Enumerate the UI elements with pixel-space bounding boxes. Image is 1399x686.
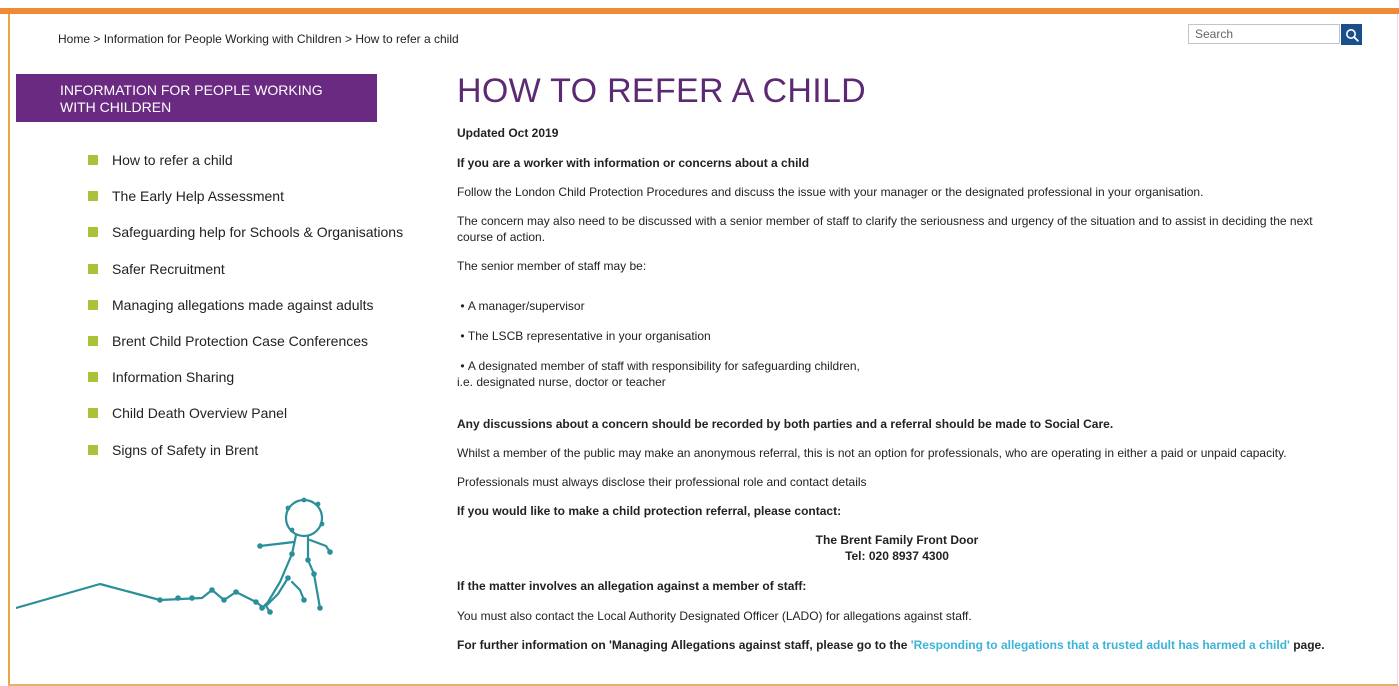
bullet-text: The LSCB representative in your organisa… [467, 329, 711, 343]
bullet-continuation: i.e. designated nurse, doctor or teacher [457, 375, 666, 389]
search-button[interactable] [1341, 24, 1362, 45]
sidebar-item-safeguarding-help[interactable]: Safeguarding help for Schools & Organisa… [88, 214, 403, 250]
referral-heading: If you would like to make a child protec… [457, 504, 842, 518]
sidebar-item-signs-of-safety[interactable]: Signs of Safety in Brent [88, 432, 403, 468]
bullet-square-icon [88, 336, 98, 347]
bullet-square-icon [88, 299, 98, 310]
sidebar-item-early-help[interactable]: The Early Help Assessment [88, 178, 403, 214]
sidebar-item-information-sharing[interactable]: Information Sharing [88, 359, 403, 395]
search-icon [1345, 28, 1359, 42]
worker-heading: If you are a worker with information or … [457, 156, 810, 170]
sidebar-item-label: Child Death Overview Panel [112, 405, 288, 422]
front-door-phone: Tel: 020 8937 4300 [845, 549, 949, 563]
search-box [1188, 24, 1364, 46]
bullet-square-icon [88, 444, 98, 455]
right-border [1397, 14, 1398, 686]
allegations-page-link[interactable]: 'Responding to allegations that a truste… [911, 638, 1290, 652]
bullet-item: • A designated member of staff with resp… [457, 359, 860, 373]
breadcrumb-section[interactable]: Information for People Working with Chil… [104, 32, 342, 46]
bullet-text: A manager/supervisor [467, 299, 585, 313]
breadcrumb: Home > Information for People Working wi… [58, 32, 459, 46]
sidebar-item-safer-recruitment[interactable]: Safer Recruitment [88, 251, 403, 287]
sidebar-item-label: The Early Help Assessment [112, 188, 284, 205]
bullet-square-icon [88, 227, 98, 238]
senior-staff-text: The senior member of staff may be: [457, 259, 647, 273]
left-border [8, 14, 10, 686]
sidebar-item-how-to-refer[interactable]: How to refer a child [88, 142, 403, 178]
bullet-item: • A manager/supervisor [457, 299, 585, 313]
further-info-prefix: For further information on 'Managing All… [457, 638, 908, 652]
anonymous-referral-text: Whilst a member of the public may make a… [457, 446, 1287, 460]
sidebar-item-label: How to refer a child [112, 152, 233, 169]
breadcrumb-separator: > [344, 32, 352, 46]
lado-text: You must also contact the Local Authorit… [457, 609, 972, 623]
follow-procedures-text: Follow the London Child Protection Proce… [457, 185, 1204, 199]
sidebar-item-managing-allegations[interactable]: Managing allegations made against adults [88, 287, 403, 323]
bullet-square-icon [88, 155, 98, 166]
sidebar-nav: How to refer a child The Early Help Asse… [88, 142, 403, 468]
sidebar-item-child-death-panel[interactable]: Child Death Overview Panel [88, 395, 403, 431]
bullet-square-icon [88, 263, 98, 274]
page-title: HOW TO REFER A CHILD [457, 72, 867, 110]
bullet-square-icon [88, 191, 98, 202]
sidebar-item-label: Information Sharing [112, 369, 235, 386]
main-content: HOW TO REFER A CHILD Updated Oct 2019 If… [457, 72, 1337, 653]
concern-text-line2: course of action. [457, 230, 546, 244]
bullet-square-icon [88, 372, 98, 383]
sidebar-heading[interactable]: INFORMATION FOR PEOPLE WORKING WITH CHIL… [16, 74, 377, 122]
sidebar-item-case-conferences[interactable]: Brent Child Protection Case Conferences [88, 323, 403, 359]
sidebar-item-label: Signs of Safety in Brent [112, 441, 259, 458]
professionals-text: Professionals must always disclose their… [457, 475, 867, 489]
child-figure-illustration [16, 497, 333, 615]
further-info-suffix: page. [1293, 638, 1325, 652]
bullet-text: A designated member of staff with respon… [467, 359, 860, 373]
breadcrumb-separator: > [93, 32, 101, 46]
bullet-square-icon [88, 408, 98, 419]
breadcrumb-home[interactable]: Home [58, 32, 90, 46]
sidebar-item-label: Managing allegations made against adults [112, 296, 374, 313]
further-info-text: For further information on 'Managing All… [457, 637, 1337, 653]
sidebar-item-label: Safer Recruitment [112, 260, 225, 277]
updated-date: Updated Oct 2019 [457, 126, 559, 140]
concern-text-line1: The concern may also need to be discusse… [457, 214, 1313, 228]
breadcrumb-current: How to refer a child [355, 32, 459, 46]
sidebar-item-label: Safeguarding help for Schools & Organisa… [112, 224, 404, 241]
bullet-item: • The LSCB representative in your organi… [457, 329, 711, 343]
allegation-heading: If the matter involves an allegation aga… [457, 579, 807, 593]
sidebar-item-label: Brent Child Protection Case Conferences [112, 333, 369, 350]
search-input[interactable] [1188, 24, 1340, 44]
discussions-text: Any discussions about a concern should b… [457, 417, 1114, 431]
top-accent-bar [0, 8, 1399, 14]
front-door-name: The Brent Family Front Door [815, 533, 979, 547]
